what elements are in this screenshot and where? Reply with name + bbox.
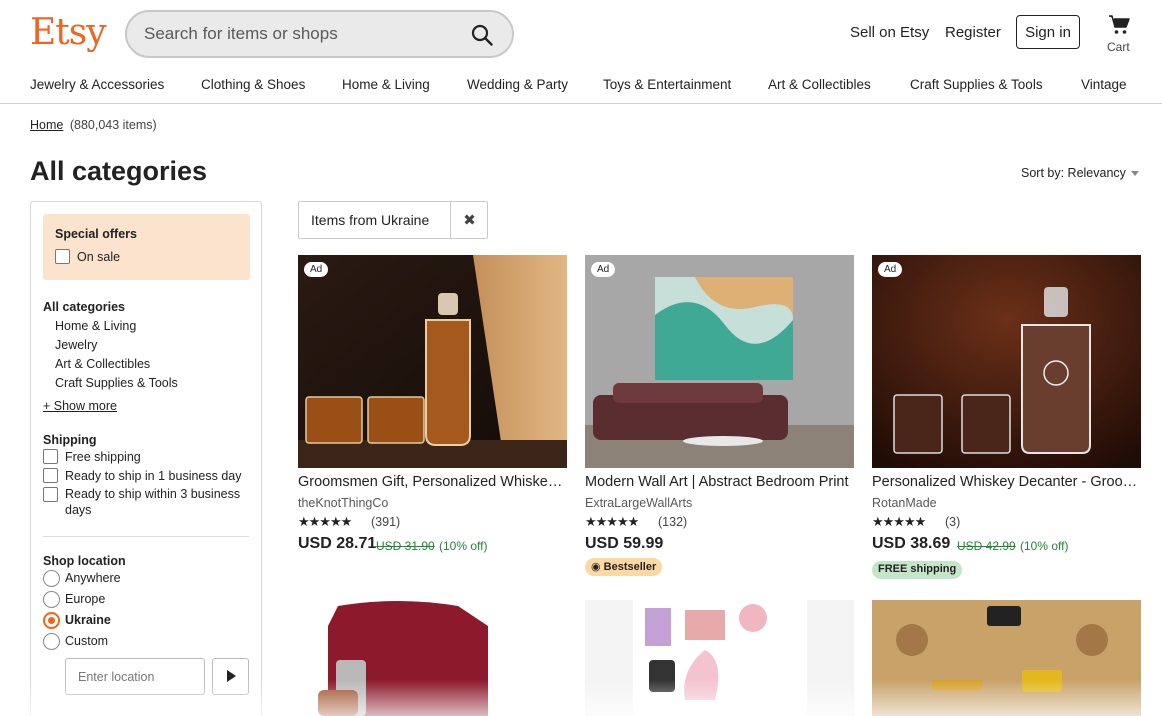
remove-filter-close-icon[interactable]: ✖ — [450, 202, 488, 238]
review-count: (391) — [371, 515, 401, 529]
original-price: USD 42.99 — [957, 539, 1016, 553]
listing-image-whiskey-decanter-set[interactable]: Ad — [298, 255, 567, 468]
breadcrumb: Home (880,043 items) — [30, 118, 157, 132]
nav-clothing-shoes[interactable]: Clothing & Shoes — [201, 77, 305, 92]
star-rating-icon: ★★★★★ — [585, 514, 639, 529]
sign-in-button[interactable]: Sign in — [1016, 15, 1080, 49]
medal-icon: ◉ — [591, 561, 601, 573]
search-input[interactable] — [144, 12, 464, 56]
location-radio-ukraine[interactable] — [43, 612, 60, 629]
listing-title[interactable]: Modern Wall Art | Abstract Bedroom Print — [585, 474, 854, 490]
listing-title[interactable]: Personalized Whiskey Decanter - Groomsme… — [872, 474, 1141, 490]
location-label-custom[interactable]: Custom — [65, 634, 108, 648]
free-shipping-label[interactable]: Free shipping — [65, 450, 141, 464]
listing-image-abstract-wall-art[interactable]: Ad — [585, 255, 854, 468]
location-radio-anywhere[interactable] — [43, 570, 60, 587]
location-label-ukraine[interactable]: Ukraine — [65, 613, 111, 627]
location-label-europe[interactable]: Europe — [65, 592, 105, 606]
cart-icon[interactable] — [1108, 14, 1130, 36]
discount-text: (10% off) — [439, 539, 488, 553]
nav-jewelry-accessories[interactable]: Jewelry & Accessories — [30, 77, 164, 92]
ship-1-day-checkbox[interactable] — [43, 468, 58, 483]
ad-badge: Ad — [304, 262, 329, 277]
location-submit-button[interactable] — [212, 658, 249, 695]
breadcrumb-home-link[interactable]: Home — [30, 118, 63, 132]
sort-dropdown[interactable]: Sort by: Relevancy — [1021, 166, 1139, 180]
bestseller-label: Bestseller — [603, 561, 657, 573]
listing-image-watercolor-stickers[interactable] — [585, 600, 854, 716]
location-input[interactable] — [65, 658, 205, 695]
shop-location-title: Shop location — [43, 554, 126, 568]
ad-badge: Ad — [591, 262, 616, 277]
ship-1-day-label[interactable]: Ready to ship in 1 business day — [65, 469, 242, 483]
location-radio-custom[interactable] — [43, 633, 60, 650]
shipping-title: Shipping — [43, 433, 97, 447]
ad-badge: Ad — [878, 262, 903, 277]
listing-image-busy-board[interactable] — [872, 600, 1141, 716]
filter-category-home-living[interactable]: Home & Living — [55, 319, 136, 333]
all-categories-title[interactable]: All categories — [43, 300, 125, 314]
free-shipping-badge: FREE shipping — [872, 561, 963, 579]
special-offers-title: Special offers — [55, 227, 137, 241]
on-sale-label[interactable]: On sale — [77, 250, 120, 264]
active-filter-chip: Items from Ukraine ✖ — [298, 201, 488, 239]
filter-sidebar: Special offers On sale All categories Ho… — [30, 201, 262, 716]
sell-on-etsy-link[interactable]: Sell on Etsy — [850, 24, 929, 41]
filter-category-jewelry[interactable]: Jewelry — [55, 338, 97, 352]
listing-price: USD 38.69 — [872, 535, 951, 552]
cart-label[interactable]: Cart — [1107, 40, 1130, 54]
special-offers-panel: Special offers On sale — [43, 214, 250, 280]
location-label-anywhere[interactable]: Anywhere — [65, 571, 121, 585]
page-title: All categories — [30, 156, 208, 186]
sidebar-divider — [43, 536, 249, 537]
on-sale-checkbox[interactable] — [55, 249, 70, 264]
listing-price: USD 59.99 — [585, 535, 664, 552]
nav-art-collectibles[interactable]: Art & Collectibles — [768, 77, 871, 92]
star-rating-icon: ★★★★★ — [872, 514, 926, 529]
search-icon[interactable] — [470, 23, 494, 47]
listing-image-personalized-decanter[interactable]: Ad — [872, 255, 1141, 468]
ship-3-days-checkbox[interactable] — [43, 487, 58, 502]
category-nav: Jewelry & Accessories Clothing & Shoes H… — [0, 66, 1162, 104]
filter-category-craft-supplies[interactable]: Craft Supplies & Tools — [55, 376, 178, 390]
shop-name[interactable]: theKnotThingCo — [298, 496, 388, 510]
nav-wedding-party[interactable]: Wedding & Party — [467, 77, 568, 92]
discount-text: (10% off) — [1020, 539, 1069, 553]
star-rating-icon: ★★★★★ — [298, 514, 352, 529]
shop-name[interactable]: RotanMade — [872, 496, 937, 510]
listing-title[interactable]: Groomsmen Gift, Personalized Whiskey Dec… — [298, 474, 567, 490]
nav-home-living[interactable]: Home & Living — [342, 77, 430, 92]
show-more-link[interactable]: + Show more — [43, 399, 117, 413]
nav-vintage[interactable]: Vintage — [1081, 77, 1127, 92]
active-filter-label: Items from Ukraine — [311, 212, 430, 228]
chevron-down-icon — [1130, 171, 1139, 177]
nav-toys-entertainment[interactable]: Toys & Entertainment — [603, 77, 731, 92]
review-count: (132) — [658, 515, 688, 529]
search-bar — [125, 10, 514, 58]
original-price: USD 31.90 — [376, 539, 435, 553]
free-shipping-checkbox[interactable] — [43, 449, 58, 464]
bestseller-badge: ◉ Bestseller — [585, 558, 663, 576]
review-count: (3) — [945, 515, 961, 529]
site-header: Etsy Sell on Etsy Register Sign in Cart — [0, 0, 1162, 66]
listing-image-red-backpack[interactable] — [298, 600, 567, 716]
sort-label: Sort by: Relevancy — [1021, 166, 1126, 180]
location-radio-europe[interactable] — [43, 591, 60, 608]
ship-3-days-label[interactable]: Ready to ship within 3 business days — [65, 486, 251, 518]
item-count: (880,043 items) — [69, 118, 157, 132]
etsy-logo[interactable]: Etsy — [30, 12, 107, 53]
filter-category-art-collectibles[interactable]: Art & Collectibles — [55, 357, 150, 371]
nav-craft-supplies-tools[interactable]: Craft Supplies & Tools — [910, 77, 1043, 92]
shop-name[interactable]: ExtraLargeWallArts — [585, 496, 692, 510]
register-link[interactable]: Register — [945, 24, 1001, 41]
listing-price: USD 28.71 — [298, 535, 377, 552]
